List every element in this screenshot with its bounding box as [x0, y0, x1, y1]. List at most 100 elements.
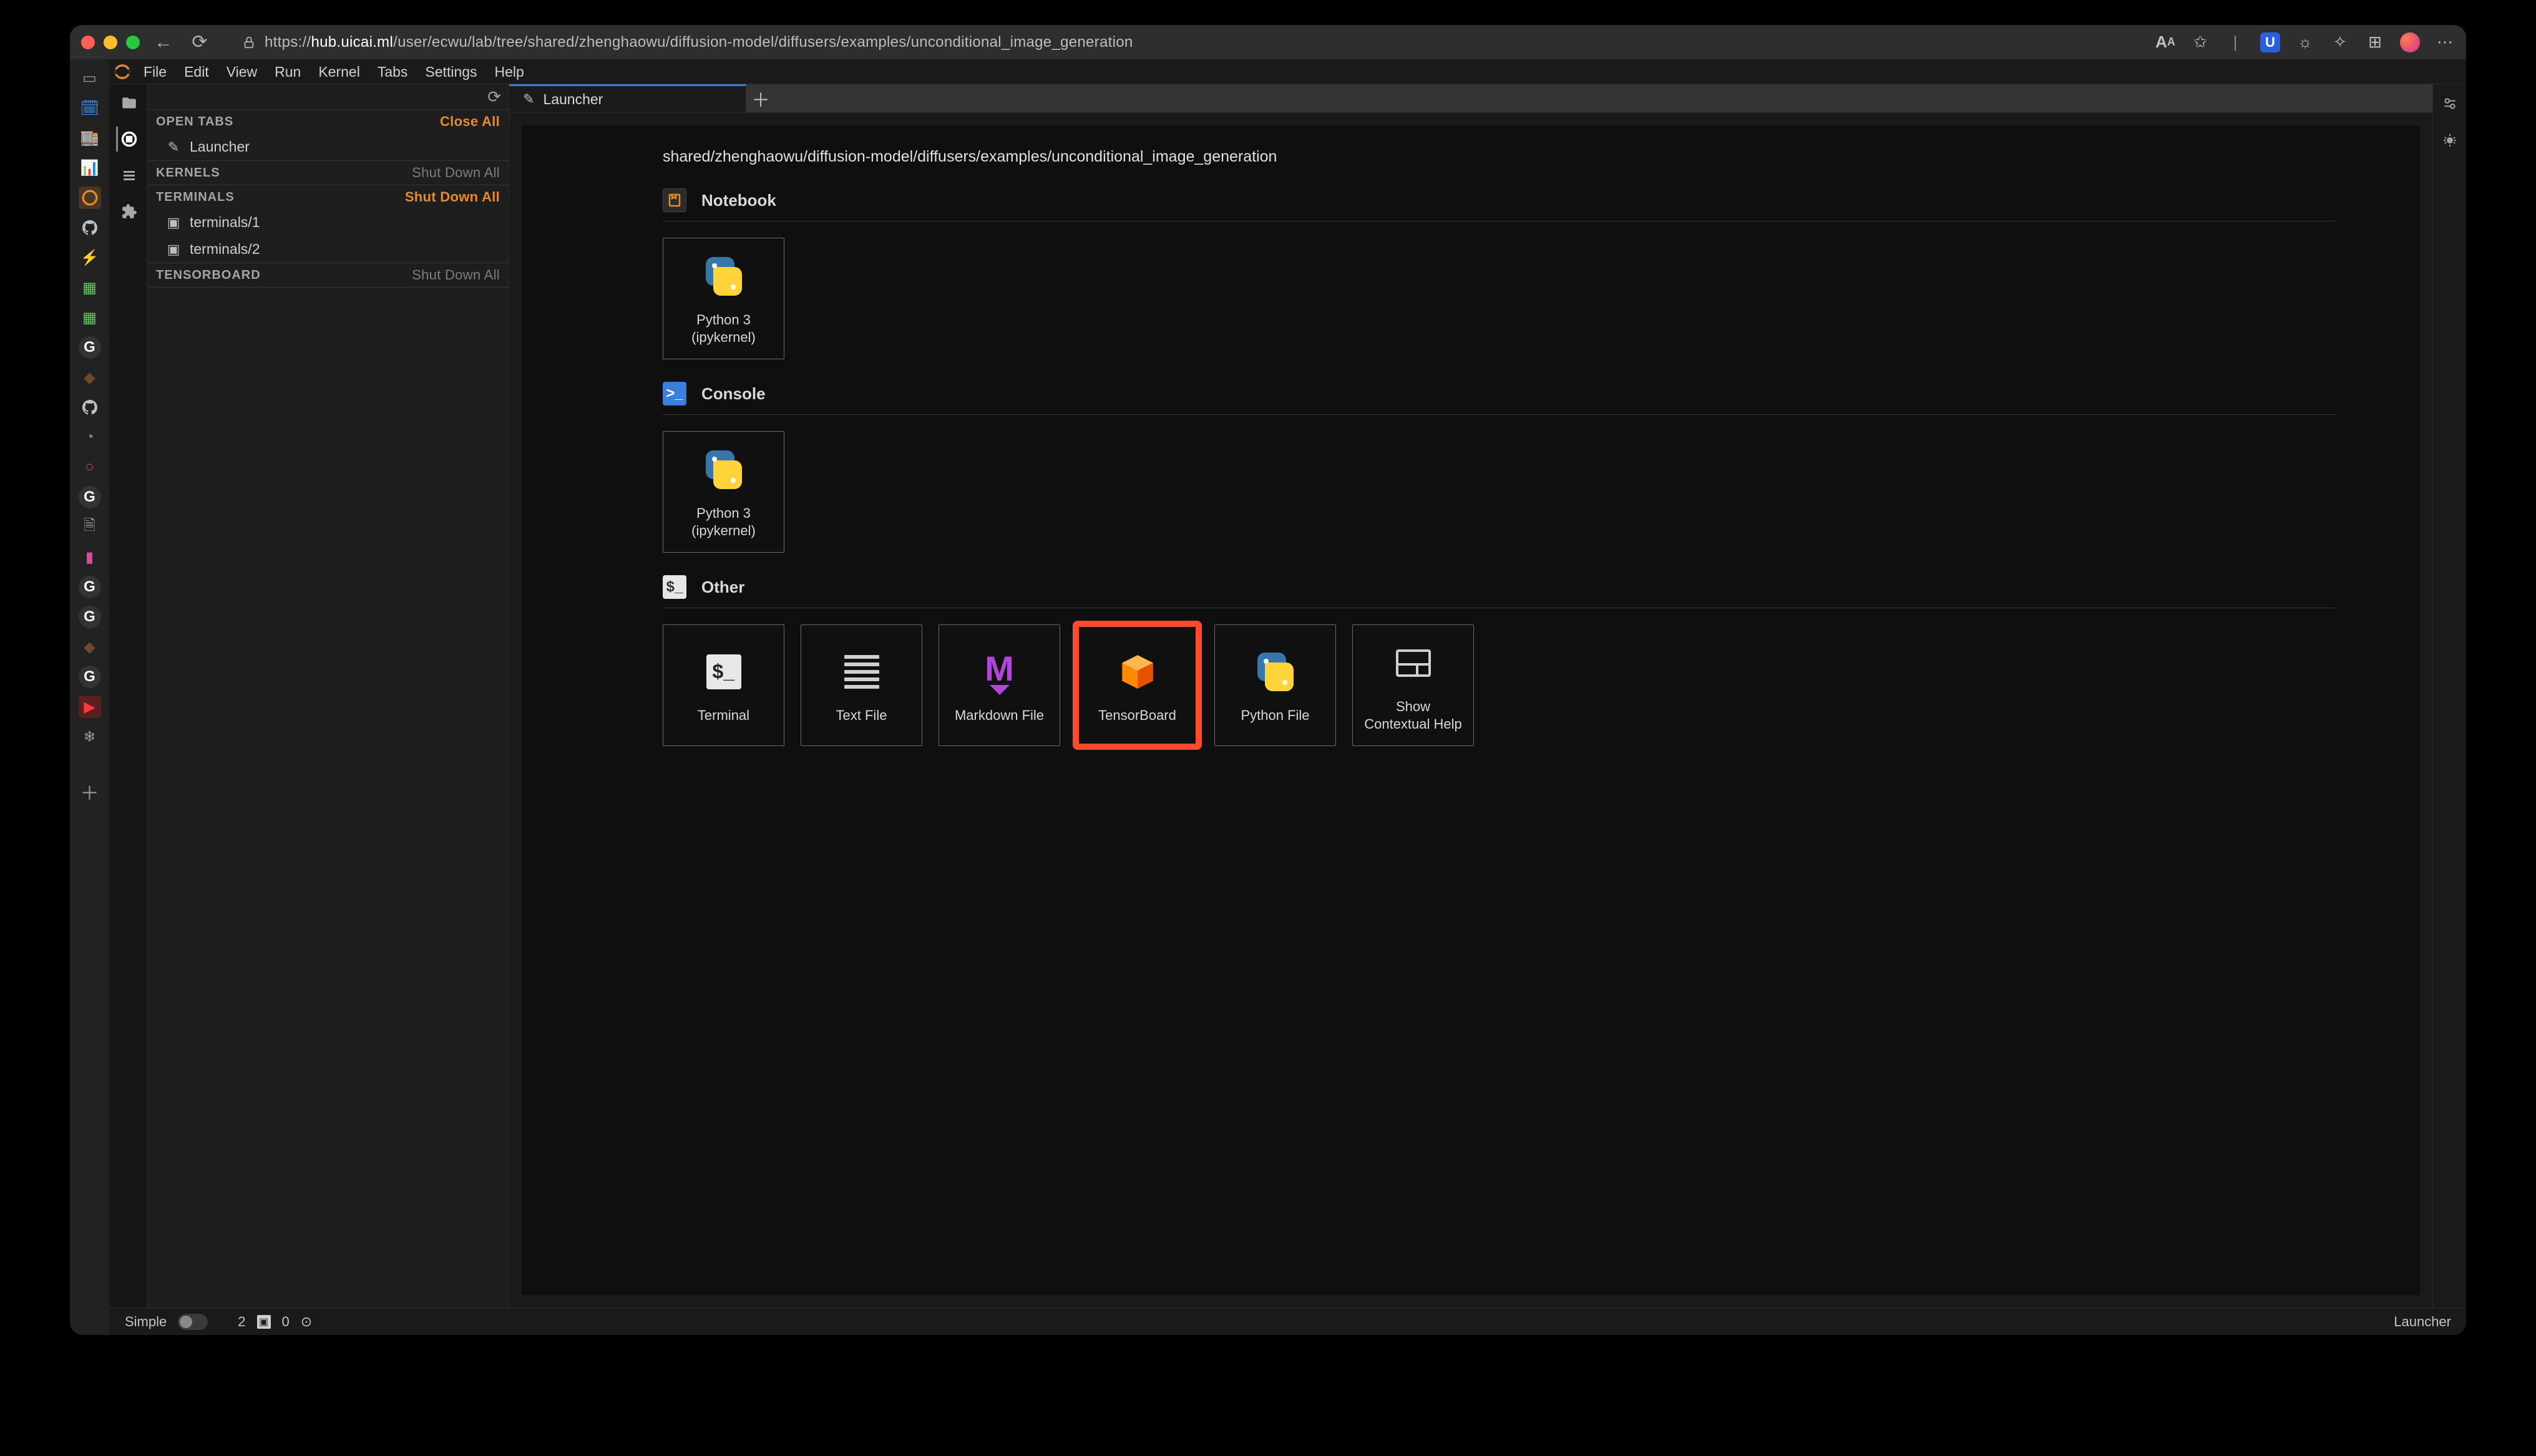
- menu-edit[interactable]: Edit: [175, 59, 218, 84]
- shutdown-tb-button[interactable]: Shut Down All: [412, 267, 500, 283]
- terminal-status-icon[interactable]: ▣: [257, 1315, 271, 1329]
- launcher-card-textfile[interactable]: Text File: [801, 624, 922, 746]
- dock-item-github[interactable]: [79, 396, 101, 419]
- dock-item-g[interactable]: G: [79, 336, 101, 359]
- dock-item[interactable]: ○: [79, 456, 101, 478]
- toc-icon[interactable]: [116, 163, 141, 188]
- section-title: Other: [701, 578, 744, 597]
- launcher-card-tensorboard[interactable]: TensorBoard: [1076, 624, 1198, 746]
- section-title: Notebook: [701, 191, 776, 210]
- terminal-count[interactable]: 2: [238, 1314, 245, 1330]
- collections-icon[interactable]: ⊞: [2365, 32, 2385, 52]
- terminal-label: terminals/1: [190, 214, 260, 231]
- running-icon[interactable]: [116, 127, 141, 152]
- ublock-icon[interactable]: U: [2260, 32, 2280, 52]
- reload-button[interactable]: ⟳: [187, 31, 212, 53]
- profile-avatar[interactable]: [2400, 32, 2420, 52]
- menu-view[interactable]: View: [218, 59, 266, 84]
- dock-item-g[interactable]: G: [79, 606, 101, 628]
- dock-item[interactable]: ◆: [79, 636, 101, 658]
- kernel-count[interactable]: 0: [282, 1314, 290, 1330]
- url-path: /user/ecwu/lab/tree/shared/zhenghaowu/di…: [393, 34, 1133, 51]
- open-tab-item[interactable]: ✎ Launcher: [147, 133, 509, 160]
- dock-item[interactable]: ▭: [79, 67, 101, 89]
- terminal-item[interactable]: ▣ terminals/1: [147, 209, 509, 236]
- dock-item[interactable]: 🗓: [79, 97, 101, 119]
- menu-kernel[interactable]: Kernel: [310, 59, 368, 84]
- card-label: Show Contextual Help: [1364, 698, 1462, 732]
- menubar: FileEditViewRunKernelTabsSettingsHelp: [110, 59, 2466, 84]
- notebook-icon: [663, 188, 686, 212]
- minimize-window-button[interactable]: [104, 36, 117, 49]
- appearance-icon[interactable]: ☼: [2295, 32, 2315, 52]
- launch-icon: ✎: [523, 91, 534, 107]
- new-launcher-button[interactable]: ＋: [746, 84, 775, 112]
- titlebar-extensions: AA ✩ | U ☼ ✧ ⊞ ⋯: [2155, 32, 2455, 52]
- vertical-tab-dock: ▭ 🗓 🏬 📊 ⚡ ▦ ▦ G ◆ ◔ ○ G 🗎 ▮ G G: [70, 59, 110, 1335]
- card-label: Python 3 (ipykernel): [691, 505, 756, 539]
- shutdown-terminals-button[interactable]: Shut Down All: [405, 189, 500, 205]
- dock-item-active[interactable]: [79, 187, 101, 209]
- favorite-icon[interactable]: ✩: [2190, 32, 2210, 52]
- terminal-item[interactable]: ▣ terminals/2: [147, 236, 509, 263]
- menu-tabs[interactable]: Tabs: [369, 59, 417, 84]
- url-scheme: https://: [265, 34, 311, 51]
- dock-item[interactable]: 🏬: [79, 127, 101, 149]
- launcher-panel: shared/zhenghaowu/diffusion-model/diffus…: [522, 125, 2420, 1295]
- section-console: >_ Console Python 3 (ipykernel): [663, 382, 2335, 553]
- menu-file[interactable]: File: [135, 59, 175, 84]
- dock-item[interactable]: ▦: [79, 276, 101, 299]
- dock-item[interactable]: ⚡: [79, 246, 101, 269]
- shutdown-kernels-button[interactable]: Shut Down All: [412, 165, 500, 181]
- tab-launcher[interactable]: ✎ Launcher: [509, 84, 746, 112]
- dock-item[interactable]: ▦: [79, 306, 101, 329]
- debugger-icon[interactable]: [2442, 132, 2457, 152]
- dock-item-g[interactable]: G: [79, 486, 101, 508]
- kernel-status-icon[interactable]: ⊙: [301, 1314, 312, 1330]
- maximize-window-button[interactable]: [126, 36, 140, 49]
- section-header: >_ Console: [663, 382, 2335, 415]
- markdown-icon: M: [975, 647, 1025, 697]
- dock-item[interactable]: ▮: [79, 546, 101, 568]
- dock-item[interactable]: ▶: [79, 696, 101, 718]
- jupyter-logo[interactable]: [110, 59, 135, 84]
- dock-item[interactable]: 📊: [79, 157, 101, 179]
- extensions-icon[interactable]: [116, 199, 141, 224]
- dock-item[interactable]: ◆: [79, 366, 101, 389]
- dock-item-file[interactable]: 🗎: [79, 516, 101, 538]
- more-icon[interactable]: ⋯: [2435, 32, 2455, 52]
- back-button[interactable]: ←: [151, 32, 176, 53]
- section-title: Console: [701, 384, 766, 404]
- dock-item-g[interactable]: G: [79, 576, 101, 598]
- dock-item[interactable]: ◔: [79, 426, 101, 449]
- text-size-icon[interactable]: AA: [2155, 32, 2175, 52]
- simple-mode-toggle[interactable]: [178, 1314, 208, 1330]
- status-right[interactable]: Launcher: [2394, 1314, 2451, 1330]
- menu-settings[interactable]: Settings: [416, 59, 485, 84]
- dock-item-g[interactable]: G: [79, 666, 101, 688]
- card-label: TensorBoard: [1098, 707, 1176, 724]
- address-bar[interactable]: https://hub.uicai.ml/user/ecwu/lab/tree/…: [242, 34, 2132, 51]
- open-tabs-label: OPEN TABS: [156, 115, 233, 129]
- property-inspector-icon[interactable]: [2442, 95, 2458, 116]
- filebrowser-icon[interactable]: [116, 90, 141, 115]
- close-all-button[interactable]: Close All: [440, 114, 500, 130]
- launcher-card-terminal[interactable]: $_ Terminal: [663, 624, 784, 746]
- launcher-card-markdown[interactable]: M Markdown File: [939, 624, 1060, 746]
- launcher-card-contexthelp[interactable]: Show Contextual Help: [1352, 624, 1474, 746]
- running-panel: ⟳ OPEN TABS Close All ✎ Launcher KERNELS: [147, 84, 509, 1308]
- launcher-card-python-console[interactable]: Python 3 (ipykernel): [663, 431, 784, 553]
- section-notebook: Notebook Python 3 (ipykernel): [663, 188, 2335, 359]
- new-tab-button[interactable]: ＋: [79, 780, 101, 803]
- dock-item-github[interactable]: [79, 216, 101, 239]
- menu-help[interactable]: Help: [486, 59, 533, 84]
- terminals-label: TERMINALS: [156, 190, 235, 205]
- bookmarks-icon[interactable]: ✧: [2330, 32, 2350, 52]
- close-window-button[interactable]: [81, 36, 95, 49]
- launcher-card-python-notebook[interactable]: Python 3 (ipykernel): [663, 238, 784, 359]
- launcher-card-pythonfile[interactable]: Python File: [1214, 624, 1336, 746]
- activity-bar: [110, 84, 147, 1308]
- dock-item[interactable]: ❄: [79, 726, 101, 748]
- menu-run[interactable]: Run: [266, 59, 310, 84]
- refresh-button[interactable]: ⟳: [487, 87, 501, 107]
